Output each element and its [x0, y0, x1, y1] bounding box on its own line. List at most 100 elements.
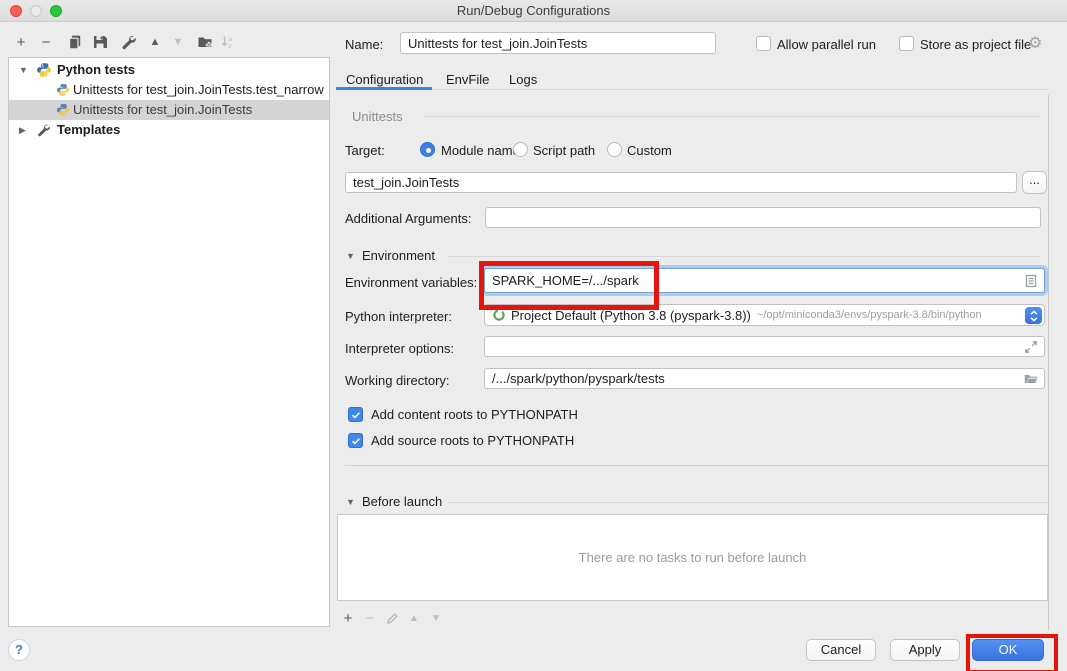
wrench-icon	[36, 123, 50, 137]
environment-variables-value: SPARK_HOME=/.../spark	[492, 273, 639, 288]
before-launch-collapse-icon[interactable]: ▼	[346, 497, 355, 507]
browse-target-button[interactable]: ...	[1022, 171, 1047, 194]
remove-configuration-button[interactable]: −	[36, 32, 56, 52]
help-button[interactable]: ?	[8, 639, 30, 661]
svg-text:a: a	[229, 36, 233, 43]
before-launch-remove-button[interactable]: −	[360, 608, 380, 628]
sort-az-icon: az	[220, 34, 236, 50]
python-logo-icon	[36, 62, 52, 78]
remove-icon: −	[42, 34, 51, 51]
tree-item-label: Unittests for test_join.JoinTests.test_n…	[73, 82, 324, 97]
browse-env-vars-icon[interactable]	[1023, 273, 1039, 289]
window-title: Run/Debug Configurations	[0, 0, 1067, 21]
apply-button[interactable]: Apply	[890, 639, 960, 661]
python-test-icon	[56, 103, 70, 117]
target-custom-radio[interactable]	[607, 142, 622, 157]
allow-parallel-run-checkbox[interactable]	[756, 36, 771, 51]
close-window-button[interactable]	[10, 5, 22, 17]
tree-item-label: Templates	[57, 122, 120, 137]
tree-item-unittest-jointests-selected[interactable]: Unittests for test_join.JoinTests	[9, 100, 329, 120]
folder-icon[interactable]	[1023, 371, 1039, 387]
group-divider	[424, 116, 1040, 117]
wrench-icon	[120, 34, 136, 50]
target-label: Target:	[345, 143, 385, 158]
add-icon: +	[344, 610, 353, 627]
tree-item-label: Python tests	[57, 62, 135, 77]
target-script-path-label: Script path	[533, 143, 595, 158]
move-down-icon: ▼	[173, 36, 184, 48]
section-divider	[448, 256, 1040, 257]
zoom-window-button[interactable]	[50, 5, 62, 17]
additional-arguments-label: Additional Arguments:	[345, 211, 471, 226]
store-as-project-file-label: Store as project file	[920, 37, 1031, 52]
save-configuration-button[interactable]	[90, 32, 110, 52]
content-right-border	[1048, 95, 1049, 630]
tab-configuration[interactable]: Configuration	[346, 72, 423, 87]
tree-item-unittest-narrow[interactable]: Unittests for test_join.JoinTests.test_n…	[9, 80, 329, 100]
section-divider	[448, 502, 1048, 503]
target-input[interactable]	[345, 172, 1017, 193]
before-launch-section-title: Before launch	[362, 494, 442, 509]
remove-icon: −	[366, 610, 375, 627]
chevron-right-icon[interactable]: ▶	[19, 125, 26, 136]
add-source-roots-checkbox[interactable]	[348, 433, 363, 448]
tree-item-python-tests[interactable]: ▼ Python tests	[9, 60, 329, 80]
ok-button-label: OK	[999, 642, 1018, 657]
store-as-project-file-checkbox[interactable]	[899, 36, 914, 51]
target-custom-label: Custom	[627, 143, 672, 158]
before-launch-move-down-button[interactable]: ▼	[426, 608, 446, 628]
tab-logs[interactable]: Logs	[509, 72, 537, 87]
gear-icon[interactable]: ⚙	[1028, 33, 1042, 53]
python-interpreter-value: Project Default (Python 3.8 (pyspark-3.8…	[511, 308, 751, 323]
create-folder-button[interactable]	[195, 32, 215, 52]
minimize-window-button	[30, 5, 42, 17]
cancel-button[interactable]: Cancel	[806, 639, 876, 661]
tab-envfile[interactable]: EnvFile	[446, 72, 489, 87]
add-content-roots-checkbox[interactable]	[348, 407, 363, 422]
additional-arguments-input[interactable]	[485, 207, 1041, 228]
pencil-icon	[385, 611, 400, 626]
svg-text:z: z	[229, 43, 232, 50]
tree-item-templates[interactable]: ▶ Templates	[9, 120, 329, 140]
target-module-name-label: Module name	[441, 143, 520, 158]
before-launch-empty-message: There are no tasks to run before launch	[579, 550, 807, 565]
environment-variables-input[interactable]: SPARK_HOME=/.../spark	[484, 268, 1045, 293]
configurations-tree: ▼ Python tests Unittests for test_join.J…	[8, 57, 330, 627]
titlebar: Run/Debug Configurations	[0, 0, 1067, 22]
dropdown-stepper-icon[interactable]	[1025, 307, 1042, 324]
conda-env-icon	[492, 308, 506, 322]
name-input[interactable]	[400, 32, 716, 54]
target-script-path-radio[interactable]	[513, 142, 528, 157]
python-interpreter-path: ~/opt/miniconda3/envs/pyspark-3.8/bin/py…	[757, 309, 982, 321]
before-launch-add-button[interactable]: +	[338, 608, 358, 628]
python-test-icon	[56, 83, 70, 97]
move-down-icon: ▼	[431, 613, 441, 624]
interpreter-options-label: Interpreter options:	[345, 341, 454, 356]
expand-icon[interactable]	[1023, 339, 1039, 355]
before-launch-tasks-list[interactable]: There are no tasks to run before launch	[337, 514, 1048, 601]
unittests-group-title: Unittests	[352, 109, 403, 124]
ok-button[interactable]: OK	[972, 639, 1044, 661]
before-launch-move-up-button[interactable]: ▲	[404, 608, 424, 628]
name-label: Name:	[345, 37, 383, 52]
apply-button-label: Apply	[909, 642, 942, 657]
before-launch-edit-button[interactable]	[382, 608, 402, 628]
copy-icon	[67, 34, 83, 50]
help-icon: ?	[15, 642, 23, 657]
tabs-divider	[336, 89, 1048, 90]
interpreter-options-input[interactable]	[484, 336, 1045, 357]
target-module-name-radio[interactable]	[420, 142, 435, 157]
add-content-roots-label: Add content roots to PYTHONPATH	[371, 407, 578, 422]
working-directory-input[interactable]: /.../spark/python/pyspark/tests	[484, 368, 1045, 389]
environment-collapse-icon[interactable]: ▼	[346, 251, 355, 261]
edit-templates-button[interactable]	[118, 32, 138, 52]
cancel-button-label: Cancel	[821, 642, 861, 657]
move-down-button[interactable]: ▼	[168, 32, 188, 52]
python-interpreter-dropdown[interactable]: Project Default (Python 3.8 (pyspark-3.8…	[484, 304, 1045, 326]
environment-variables-label: Environment variables:	[345, 275, 477, 290]
chevron-down-icon[interactable]: ▼	[19, 65, 28, 75]
add-configuration-button[interactable]: +	[11, 32, 31, 52]
move-up-button[interactable]: ▲	[145, 32, 165, 52]
copy-configuration-button[interactable]	[65, 32, 85, 52]
sort-configurations-button[interactable]: az	[218, 32, 238, 52]
